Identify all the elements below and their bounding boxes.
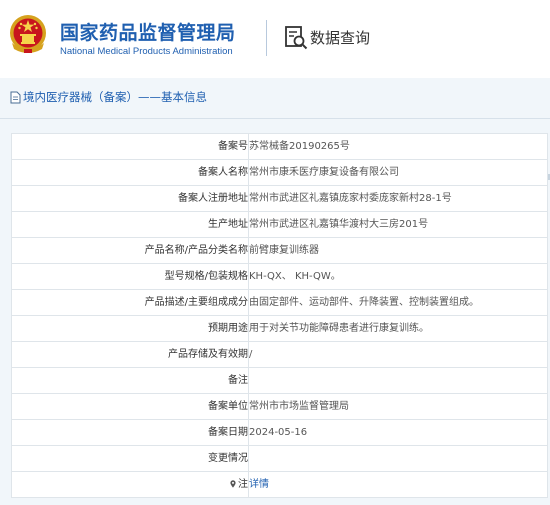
row-value: 常州市武进区礼嘉镇庞家村委庞家新村28-1号 xyxy=(248,185,548,212)
row-label: 备案日期 xyxy=(11,419,249,446)
breadcrumb: 境内医疗器械（备案）——基本信息 xyxy=(0,78,550,119)
data-query-link[interactable]: 数据查询 xyxy=(310,27,370,48)
table-row: 产品描述/主要组成成分 由固定部件、运动部件、升降装置、控制装置组成。 xyxy=(11,289,548,316)
row-label: 产品名称/产品分类名称 xyxy=(11,237,249,264)
detail-table: 备案号 苏常械备20190265号 备案人名称 常州市康禾医疗康复设备有限公司 … xyxy=(11,133,548,498)
breadcrumb-text: 境内医疗器械（备案）——基本信息 xyxy=(23,90,207,104)
document-icon xyxy=(10,91,21,104)
row-label: 产品存储及有效期 xyxy=(11,341,249,368)
note-label: 注 xyxy=(238,479,248,490)
table-row: 型号规格/包装规格 KH-QX、 KH-QW。 xyxy=(11,263,548,290)
header-divider xyxy=(266,20,267,56)
row-value: / xyxy=(248,341,548,368)
row-value: 详情 xyxy=(248,471,548,498)
row-value: 常州市武进区礼嘉镇华渡村大三房201号 xyxy=(248,211,548,238)
details-link[interactable]: 详情 xyxy=(250,479,270,490)
row-value: 苏常械备20190265号 xyxy=(248,133,548,160)
row-value: 常州市市场监督管理局 xyxy=(248,393,548,420)
national-emblem-icon xyxy=(10,15,46,53)
row-label: 生产地址 xyxy=(11,211,249,238)
table-row: 注 详情 xyxy=(11,471,548,498)
table-row: 生产地址 常州市武进区礼嘉镇华渡村大三房201号 xyxy=(11,211,548,238)
row-value: 常州市康禾医疗康复设备有限公司 xyxy=(248,159,548,186)
site-title-en: National Medical Products Administration xyxy=(60,46,233,57)
table-row: 产品存储及有效期 / xyxy=(11,341,548,368)
row-label: 备案号 xyxy=(11,133,249,160)
row-value: 用于对关节功能障碍患者进行康复训练。 xyxy=(248,315,548,342)
row-label: 备案人名称 xyxy=(11,159,249,186)
table-row: 备案号 苏常械备20190265号 xyxy=(11,133,548,160)
row-label: 型号规格/包装规格 xyxy=(11,263,249,290)
row-label: 备案单位 xyxy=(11,393,249,420)
row-value: 由固定部件、运动部件、升降装置、控制装置组成。 xyxy=(248,289,548,316)
table-row: 备案日期 2024-05-16 xyxy=(11,419,548,446)
row-value xyxy=(248,367,548,394)
row-value: KH-QX、 KH-QW。 xyxy=(248,263,548,290)
site-title-cn: 国家药品监督管理局 xyxy=(60,22,236,44)
row-label: 预期用途 xyxy=(11,315,249,342)
row-value: 2024-05-16 xyxy=(248,419,548,446)
row-label: 备注 xyxy=(11,367,249,394)
row-label: 备案人注册地址 xyxy=(11,185,249,212)
table-row: 产品名称/产品分类名称 前臂康复训练器 xyxy=(11,237,548,264)
main-content: 境内医疗器械（备案）——基本信息 备案号 苏常械备20190265号 备案人名称… xyxy=(0,78,550,505)
table-row: 备案人名称 常州市康禾医疗康复设备有限公司 xyxy=(11,159,548,186)
table-row: 备注 xyxy=(11,367,548,394)
table-row: 变更情况 xyxy=(11,445,548,472)
data-query-icon[interactable] xyxy=(284,25,308,51)
table-row: 备案人注册地址 常州市武进区礼嘉镇庞家村委庞家新村28-1号 xyxy=(11,185,548,212)
row-label: 产品描述/主要组成成分 xyxy=(11,289,249,316)
row-value xyxy=(248,445,548,472)
row-label: 变更情况 xyxy=(11,445,249,472)
table-row: 预期用途 用于对关节功能障碍患者进行康复训练。 xyxy=(11,315,548,342)
row-label-note: 注 xyxy=(11,471,249,498)
row-value: 前臂康复训练器 xyxy=(248,237,548,264)
location-pin-icon xyxy=(230,480,236,488)
site-header: 国家药品监督管理局 National Medical Products Admi… xyxy=(0,0,550,78)
table-row: 备案单位 常州市市场监督管理局 xyxy=(11,393,548,420)
